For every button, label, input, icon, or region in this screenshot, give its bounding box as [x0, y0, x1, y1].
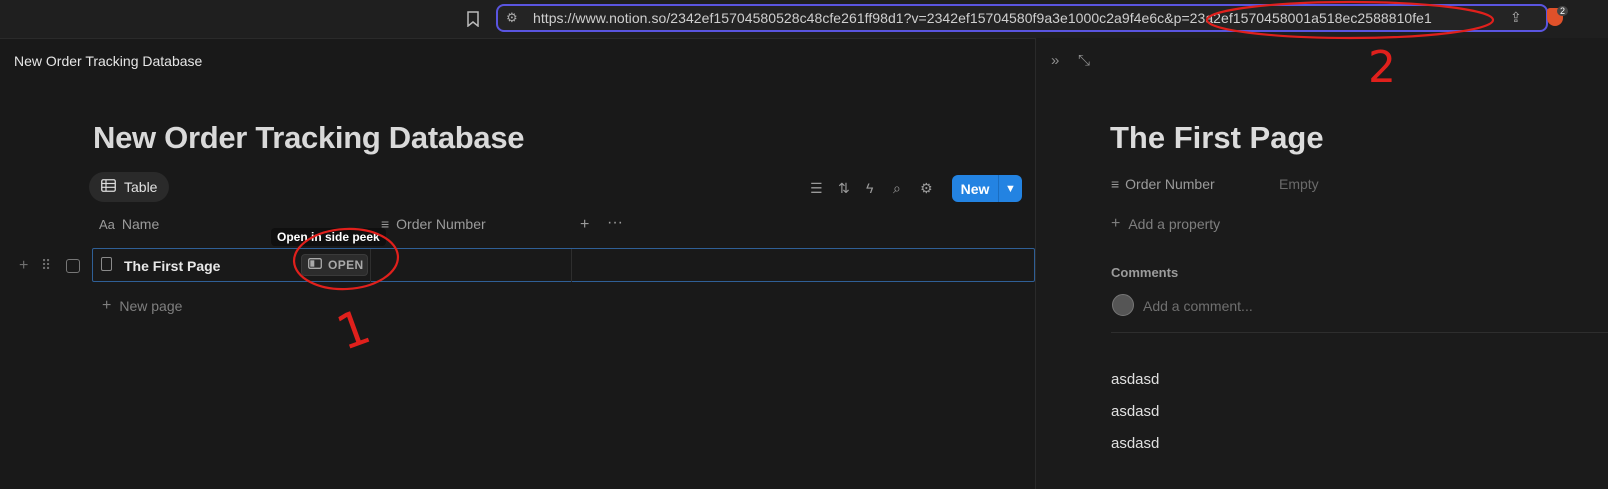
- column-header-name[interactable]: Aa Name: [99, 216, 159, 232]
- expand-icon[interactable]: ⤡: [1078, 52, 1090, 69]
- annotation-label-1: 1: [330, 299, 378, 362]
- avatar: [1112, 294, 1134, 316]
- settings-sliders-icon[interactable]: ⚙: [920, 180, 933, 197]
- comment-input[interactable]: Add a comment...: [1143, 298, 1253, 314]
- url-text[interactable]: https://www.notion.so/2342ef15704580528c…: [533, 10, 1432, 26]
- table-row[interactable]: [92, 248, 1035, 282]
- chevron-down-icon[interactable]: ▼: [999, 183, 1022, 195]
- search-icon[interactable]: ⌕: [893, 180, 901, 197]
- peek-page-title[interactable]: The First Page: [1110, 120, 1324, 156]
- table-icon: [101, 179, 116, 195]
- property-order-number[interactable]: ≡ Order Number: [1111, 176, 1215, 192]
- side-peek-panel: [1035, 38, 1608, 489]
- column-label: Name: [121, 216, 160, 232]
- add-column-icon[interactable]: +: [580, 216, 589, 234]
- property-label: Order Number: [1125, 176, 1215, 192]
- bookmark-icon[interactable]: [465, 9, 481, 29]
- add-row-icon[interactable]: +: [19, 257, 28, 275]
- open-side-peek-button[interactable]: OPEN: [301, 254, 368, 276]
- property-value[interactable]: Empty: [1279, 176, 1319, 192]
- lines-icon: ≡: [1111, 176, 1120, 192]
- view-tab-label: Table: [124, 179, 158, 195]
- page-icon: [101, 257, 112, 271]
- content-line[interactable]: asdasd: [1111, 403, 1159, 420]
- view-tab-table[interactable]: Table: [89, 172, 170, 202]
- page-title: New Order Tracking Database: [93, 120, 525, 155]
- sort-icon[interactable]: ⇅: [838, 180, 850, 197]
- plus-icon: +: [102, 297, 112, 314]
- breadcrumb[interactable]: New Order Tracking Database: [14, 53, 202, 69]
- filter-icon[interactable]: ☰: [810, 180, 823, 197]
- row-checkbox[interactable]: [66, 259, 80, 273]
- drag-handle-icon[interactable]: ⠿: [41, 257, 51, 274]
- new-page-label: New page: [119, 298, 183, 314]
- add-property-button[interactable]: + Add a property: [1111, 215, 1220, 233]
- add-property-label: Add a property: [1128, 216, 1221, 232]
- side-peek-icon: [308, 258, 322, 272]
- new-button[interactable]: New ▼: [952, 175, 1022, 202]
- more-options-icon[interactable]: ···: [607, 214, 623, 232]
- text-type-icon: Aa: [99, 216, 115, 232]
- comments-heading: Comments: [1111, 265, 1179, 280]
- close-peek-icon[interactable]: »: [1051, 52, 1059, 69]
- content-line[interactable]: asdasd: [1111, 435, 1159, 452]
- site-settings-icon[interactable]: ⚙: [506, 10, 518, 26]
- automation-icon[interactable]: ϟ: [866, 180, 873, 196]
- content-line[interactable]: asdasd: [1111, 371, 1159, 388]
- new-page-button[interactable]: + New page: [102, 297, 182, 315]
- column-header-order-number[interactable]: ≡ Order Number: [381, 216, 486, 232]
- shield-count-badge: 2: [1557, 6, 1569, 16]
- open-label: OPEN: [328, 258, 364, 272]
- tooltip: Open in side peek: [271, 228, 386, 246]
- new-button-label: New: [960, 180, 990, 197]
- column-label: Order Number: [396, 216, 486, 232]
- plus-icon: +: [1111, 215, 1121, 232]
- divider: [1111, 332, 1608, 333]
- row-title[interactable]: The First Page: [124, 258, 220, 274]
- share-icon[interactable]: ⇪: [1510, 9, 1522, 26]
